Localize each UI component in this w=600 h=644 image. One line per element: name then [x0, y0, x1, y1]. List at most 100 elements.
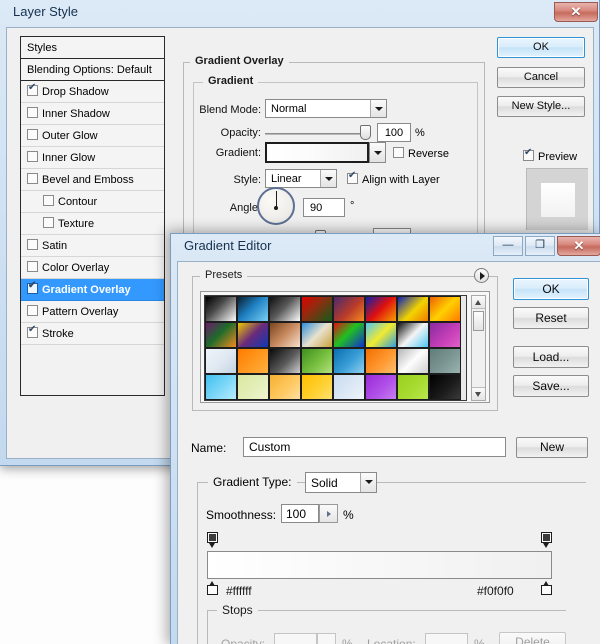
- preset-swatch[interactable]: [237, 348, 269, 374]
- preset-swatch[interactable]: [237, 296, 269, 322]
- layer-style-titlebar[interactable]: Layer Style ✕: [0, 0, 600, 26]
- preset-swatch[interactable]: [333, 322, 365, 348]
- reverse-checkbox-box[interactable]: [393, 147, 404, 158]
- preset-swatch[interactable]: [269, 374, 301, 400]
- angle-dial[interactable]: [257, 187, 295, 225]
- style-checkbox[interactable]: [27, 173, 38, 184]
- gradient-swatch-button[interactable]: [265, 142, 369, 163]
- sidebar-item-blending-options[interactable]: Blending Options: Default: [21, 59, 164, 81]
- sidebar-item-satin[interactable]: Satin: [21, 235, 164, 257]
- preview-checkbox[interactable]: Preview: [523, 147, 577, 163]
- scroll-down-icon[interactable]: [472, 387, 485, 400]
- opacity-slider-track[interactable]: [265, 133, 370, 135]
- align-with-layer-checkbox-box[interactable]: [347, 170, 358, 184]
- chevron-down-icon[interactable]: [360, 473, 376, 492]
- opacity-slider-knob[interactable]: [360, 125, 371, 140]
- preset-swatch[interactable]: [365, 348, 397, 374]
- sidebar-item-color-overlay[interactable]: Color Overlay: [21, 257, 164, 279]
- sidebar-item-inner-shadow[interactable]: Inner Shadow: [21, 103, 164, 125]
- sidebar-item-pattern-overlay[interactable]: Pattern Overlay: [21, 301, 164, 323]
- preset-swatch[interactable]: [429, 374, 461, 400]
- gradient-preview-bar[interactable]: [207, 551, 552, 579]
- preset-swatch[interactable]: [365, 322, 397, 348]
- gradient-editor-save-button[interactable]: Save...: [513, 375, 589, 397]
- preset-swatch[interactable]: [237, 322, 269, 348]
- style-checkbox[interactable]: [27, 239, 38, 250]
- style-checkbox[interactable]: [27, 280, 38, 294]
- preset-swatch[interactable]: [397, 322, 429, 348]
- sidebar-item-inner-glow[interactable]: Inner Glow: [21, 147, 164, 169]
- sidebar-item-outer-glow[interactable]: Outer Glow: [21, 125, 164, 147]
- stop-location-input[interactable]: [425, 633, 468, 644]
- preset-swatch[interactable]: [269, 322, 301, 348]
- preset-swatch[interactable]: [397, 374, 429, 400]
- blend-mode-select[interactable]: Normal: [265, 99, 387, 118]
- preset-swatch[interactable]: [205, 348, 237, 374]
- scrollbar-thumb[interactable]: [473, 311, 484, 331]
- sidebar-item-gradient-overlay[interactable]: Gradient Overlay: [21, 279, 164, 301]
- smoothness-input[interactable]: 100: [281, 504, 319, 523]
- smoothness-spinner-icon[interactable]: [319, 504, 338, 523]
- gradient-editor-ok-button[interactable]: OK: [513, 278, 589, 300]
- new-gradient-button[interactable]: New: [516, 437, 588, 458]
- chevron-down-icon[interactable]: [370, 100, 386, 117]
- cancel-button[interactable]: Cancel: [497, 67, 585, 88]
- presets-grid[interactable]: [204, 295, 467, 401]
- preset-swatch[interactable]: [237, 374, 269, 400]
- preset-swatch[interactable]: [301, 296, 333, 322]
- preset-swatch[interactable]: [205, 374, 237, 400]
- maximize-icon[interactable]: ❐: [525, 236, 555, 256]
- sidebar-item-texture[interactable]: Texture: [21, 213, 164, 235]
- preset-swatch[interactable]: [333, 348, 365, 374]
- style-select[interactable]: Linear: [265, 169, 337, 188]
- opacity-input[interactable]: 100: [377, 123, 411, 142]
- preset-swatch[interactable]: [333, 296, 365, 322]
- ok-button[interactable]: OK: [497, 37, 585, 58]
- preset-swatch[interactable]: [429, 296, 461, 322]
- presets-scrollbar[interactable]: [471, 295, 486, 401]
- style-checkbox[interactable]: [27, 129, 38, 140]
- preset-swatch[interactable]: [429, 348, 461, 374]
- gradient-preset-dropdown-icon[interactable]: [369, 142, 386, 163]
- name-input[interactable]: Custom: [243, 437, 506, 457]
- styles-list[interactable]: Styles Blending Options: Default Drop Sh…: [20, 36, 165, 396]
- align-with-layer-checkbox[interactable]: Align with Layer: [347, 170, 440, 186]
- gradient-editor-reset-button[interactable]: Reset: [513, 307, 589, 329]
- preset-swatch[interactable]: [429, 322, 461, 348]
- style-checkbox[interactable]: [27, 305, 38, 316]
- preview-checkbox-box[interactable]: [523, 147, 534, 161]
- style-checkbox[interactable]: [27, 261, 38, 272]
- color-stop-left[interactable]: [207, 581, 218, 595]
- delete-stop-button[interactable]: Delete: [499, 632, 566, 644]
- gradient-editor-load-button[interactable]: Load...: [513, 346, 589, 368]
- sidebar-item-drop-shadow[interactable]: Drop Shadow: [21, 81, 164, 103]
- gradient-editor-titlebar[interactable]: Gradient Editor — ❐ ✕: [171, 234, 600, 260]
- minimize-icon[interactable]: —: [493, 236, 523, 256]
- style-checkbox[interactable]: [27, 82, 38, 96]
- style-checkbox[interactable]: [27, 151, 38, 162]
- color-stop-right[interactable]: [541, 581, 552, 595]
- preset-swatch[interactable]: [269, 296, 301, 322]
- style-checkbox[interactable]: [27, 107, 38, 118]
- preset-swatch[interactable]: [301, 374, 333, 400]
- stop-opacity-input[interactable]: [274, 633, 317, 644]
- presets-menu-icon[interactable]: [474, 268, 489, 283]
- style-checkbox[interactable]: [27, 324, 38, 338]
- opacity-stop-left[interactable]: [207, 532, 218, 549]
- preset-swatch[interactable]: [365, 374, 397, 400]
- stop-opacity-spinner-icon[interactable]: [317, 633, 336, 644]
- chevron-down-icon[interactable]: [320, 170, 336, 187]
- scroll-up-icon[interactable]: [472, 296, 485, 309]
- preset-swatch[interactable]: [301, 348, 333, 374]
- preset-swatch[interactable]: [365, 296, 397, 322]
- gradient-type-select[interactable]: Solid: [305, 472, 377, 493]
- sidebar-item-bevel-and-emboss[interactable]: Bevel and Emboss: [21, 169, 164, 191]
- sidebar-item-contour[interactable]: Contour: [21, 191, 164, 213]
- angle-input[interactable]: 90: [303, 198, 345, 217]
- preset-swatch[interactable]: [333, 374, 365, 400]
- preset-swatch[interactable]: [205, 296, 237, 322]
- preset-swatch[interactable]: [397, 348, 429, 374]
- style-checkbox[interactable]: [43, 195, 54, 206]
- new-style-button[interactable]: New Style...: [497, 96, 585, 117]
- sidebar-item-stroke[interactable]: Stroke: [21, 323, 164, 345]
